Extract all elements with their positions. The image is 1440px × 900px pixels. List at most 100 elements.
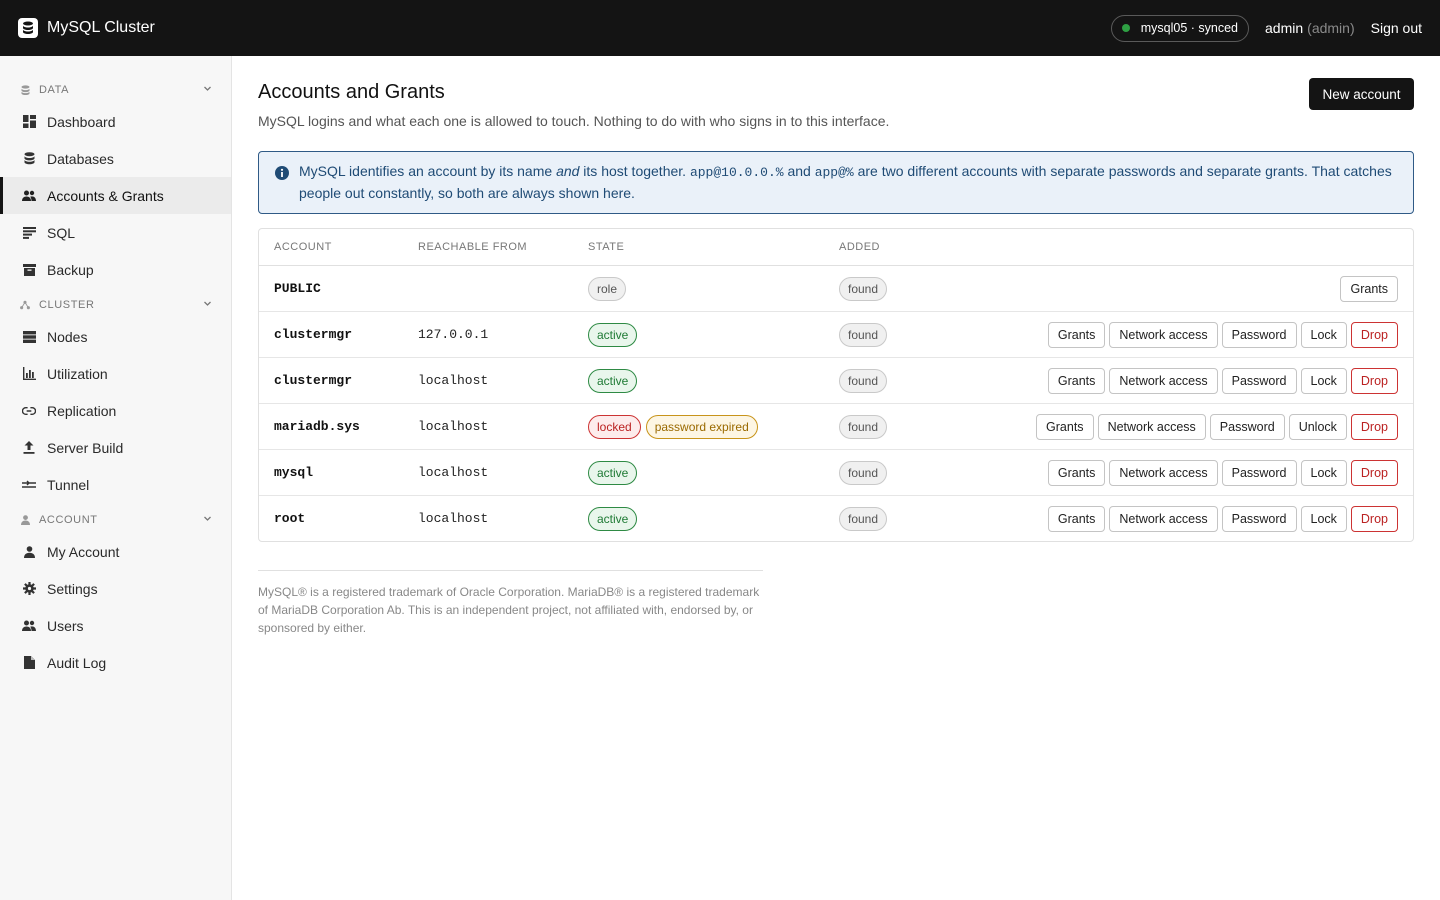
unlock-button[interactable]: Unlock	[1288, 414, 1347, 440]
state-cell: active	[588, 323, 642, 347]
sidebar-item-backup[interactable]: Backup	[0, 251, 231, 288]
brand[interactable]: MySQL Cluster	[18, 18, 155, 38]
sidebar-item-replication[interactable]: Replication	[0, 392, 231, 429]
chevron-down-icon	[203, 514, 212, 526]
network-access-button[interactable]: Network access	[1097, 414, 1206, 440]
network-access-button[interactable]: Network access	[1109, 460, 1218, 486]
grants-button[interactable]: Grants	[1340, 276, 1398, 302]
sidebar-item-dashboard[interactable]: Dashboard	[0, 103, 231, 140]
sidebar-item-sql[interactable]: SQL	[0, 214, 231, 251]
network-access-button[interactable]: Network access	[1109, 368, 1218, 394]
row-actions: Grants Network access Password Lock Drop	[1044, 322, 1398, 348]
sidebar-item-label: Replication	[47, 402, 117, 419]
file-icon	[22, 656, 36, 670]
state-badge: role	[588, 277, 627, 301]
current-user: admin (admin)	[1265, 20, 1355, 36]
lock-button[interactable]: Lock	[1300, 322, 1347, 348]
info-icon	[275, 165, 289, 185]
lock-button[interactable]: Lock	[1300, 506, 1347, 532]
info-text-1: MySQL identifies an account by its name	[299, 163, 557, 179]
added-badge: found	[839, 323, 888, 347]
person-icon	[20, 515, 30, 525]
grants-button[interactable]: Grants	[1047, 506, 1106, 532]
bar-chart-icon	[22, 367, 36, 381]
sidebar-item-label: Tunnel	[47, 476, 90, 493]
drop-button[interactable]: Drop	[1350, 460, 1398, 486]
account-host: localhost	[418, 465, 489, 480]
table-row: clustermgr 127.0.0.1 active found Grants Netw…	[259, 312, 1413, 358]
account-name: root	[274, 511, 306, 526]
header-reachable-from: REACHABLE FROM	[418, 241, 528, 253]
header-added: ADDED	[839, 241, 881, 253]
sidebar-item-settings[interactable]: Settings	[0, 570, 231, 607]
server-icon	[22, 330, 36, 344]
table-row: mysql localhost active found Grants Network a…	[259, 450, 1413, 496]
info-banner: MySQL identifies an account by its name …	[258, 151, 1414, 214]
archive-icon	[22, 263, 36, 277]
drop-button[interactable]: Drop	[1350, 368, 1398, 394]
sql-icon	[22, 226, 36, 240]
sidebar-item-nodes[interactable]: Nodes	[0, 318, 231, 355]
sidebar-item-utilization[interactable]: Utilization	[0, 355, 231, 392]
drop-button[interactable]: Drop	[1350, 506, 1398, 532]
sidebar-item-users[interactable]: Users	[0, 607, 231, 644]
row-actions: Grants Network access Password Lock Drop	[1044, 460, 1398, 486]
grants-button[interactable]: Grants	[1047, 322, 1106, 348]
sidebar-item-accounts-grants[interactable]: Accounts & Grants	[0, 177, 231, 214]
network-access-button[interactable]: Network access	[1109, 322, 1218, 348]
section-account[interactable]: ACCOUNT	[0, 510, 232, 530]
account-name: mysql	[274, 465, 314, 480]
drop-button[interactable]: Drop	[1350, 322, 1398, 348]
sign-out-link[interactable]: Sign out	[1371, 20, 1422, 36]
new-account-button[interactable]: New account	[1309, 78, 1414, 110]
sidebar-item-my-account[interactable]: My Account	[0, 533, 231, 570]
table-row: clustermgr localhost active found Grants Netw…	[259, 358, 1413, 404]
user-role: (admin)	[1307, 20, 1355, 36]
drop-button[interactable]: Drop	[1350, 414, 1398, 440]
section-cluster[interactable]: CLUSTER	[0, 295, 232, 315]
footer-divider	[258, 570, 763, 571]
chevron-down-icon	[203, 84, 212, 96]
sidebar-item-label: SQL	[47, 224, 76, 241]
node-status-badge[interactable]: mysql05 · synced	[1110, 14, 1250, 42]
password-button[interactable]: Password	[1221, 322, 1297, 348]
state-cell: locked password expired	[588, 415, 763, 439]
table-row: PUBLIC role found Grants	[259, 266, 1413, 312]
link-icon	[22, 404, 36, 418]
sidebar-item-databases[interactable]: Databases	[0, 140, 231, 177]
tunnel-icon	[22, 478, 36, 492]
sidebar-item-label: Server Build	[47, 439, 124, 456]
password-button[interactable]: Password	[1221, 460, 1297, 486]
users-icon	[22, 619, 36, 633]
account-name: clustermgr	[274, 373, 353, 388]
table-row: mariadb.sys localhost locked password expir…	[259, 404, 1413, 450]
table-header: ACCOUNT REACHABLE FROM STATE ADDED	[259, 229, 1413, 266]
added-badge: found	[839, 461, 888, 485]
info-code-2: app@%	[814, 165, 854, 180]
row-actions: Grants	[1336, 276, 1398, 302]
sidebar-item-label: My Account	[47, 543, 120, 560]
info-code-1: app@10.0.0.%	[689, 165, 784, 180]
account-host: localhost	[418, 419, 489, 434]
header-account: ACCOUNT	[274, 241, 332, 253]
password-button[interactable]: Password	[1209, 414, 1285, 440]
sidebar-item-server-build[interactable]: Server Build	[0, 429, 231, 466]
sidebar-item-label: Accounts & Grants	[47, 187, 164, 204]
lock-button[interactable]: Lock	[1300, 460, 1347, 486]
password-button[interactable]: Password	[1221, 506, 1297, 532]
state-badge: active	[588, 369, 638, 393]
grants-button[interactable]: Grants	[1036, 414, 1094, 440]
accounts-table: ACCOUNT REACHABLE FROM STATE ADDED PUBLI…	[258, 228, 1414, 542]
account-host: localhost	[418, 511, 489, 526]
grants-button[interactable]: Grants	[1047, 368, 1106, 394]
sidebar-item-tunnel[interactable]: Tunnel	[0, 466, 231, 503]
lock-button[interactable]: Lock	[1300, 368, 1347, 394]
users-icon	[22, 189, 36, 203]
network-access-button[interactable]: Network access	[1109, 506, 1218, 532]
grants-button[interactable]: Grants	[1047, 460, 1106, 486]
section-data[interactable]: DATA	[0, 80, 232, 100]
database-icon	[22, 152, 36, 166]
password-button[interactable]: Password	[1221, 368, 1297, 394]
sidebar-item-audit-log[interactable]: Audit Log	[0, 644, 231, 681]
sidebar-item-label: Users	[47, 617, 84, 634]
